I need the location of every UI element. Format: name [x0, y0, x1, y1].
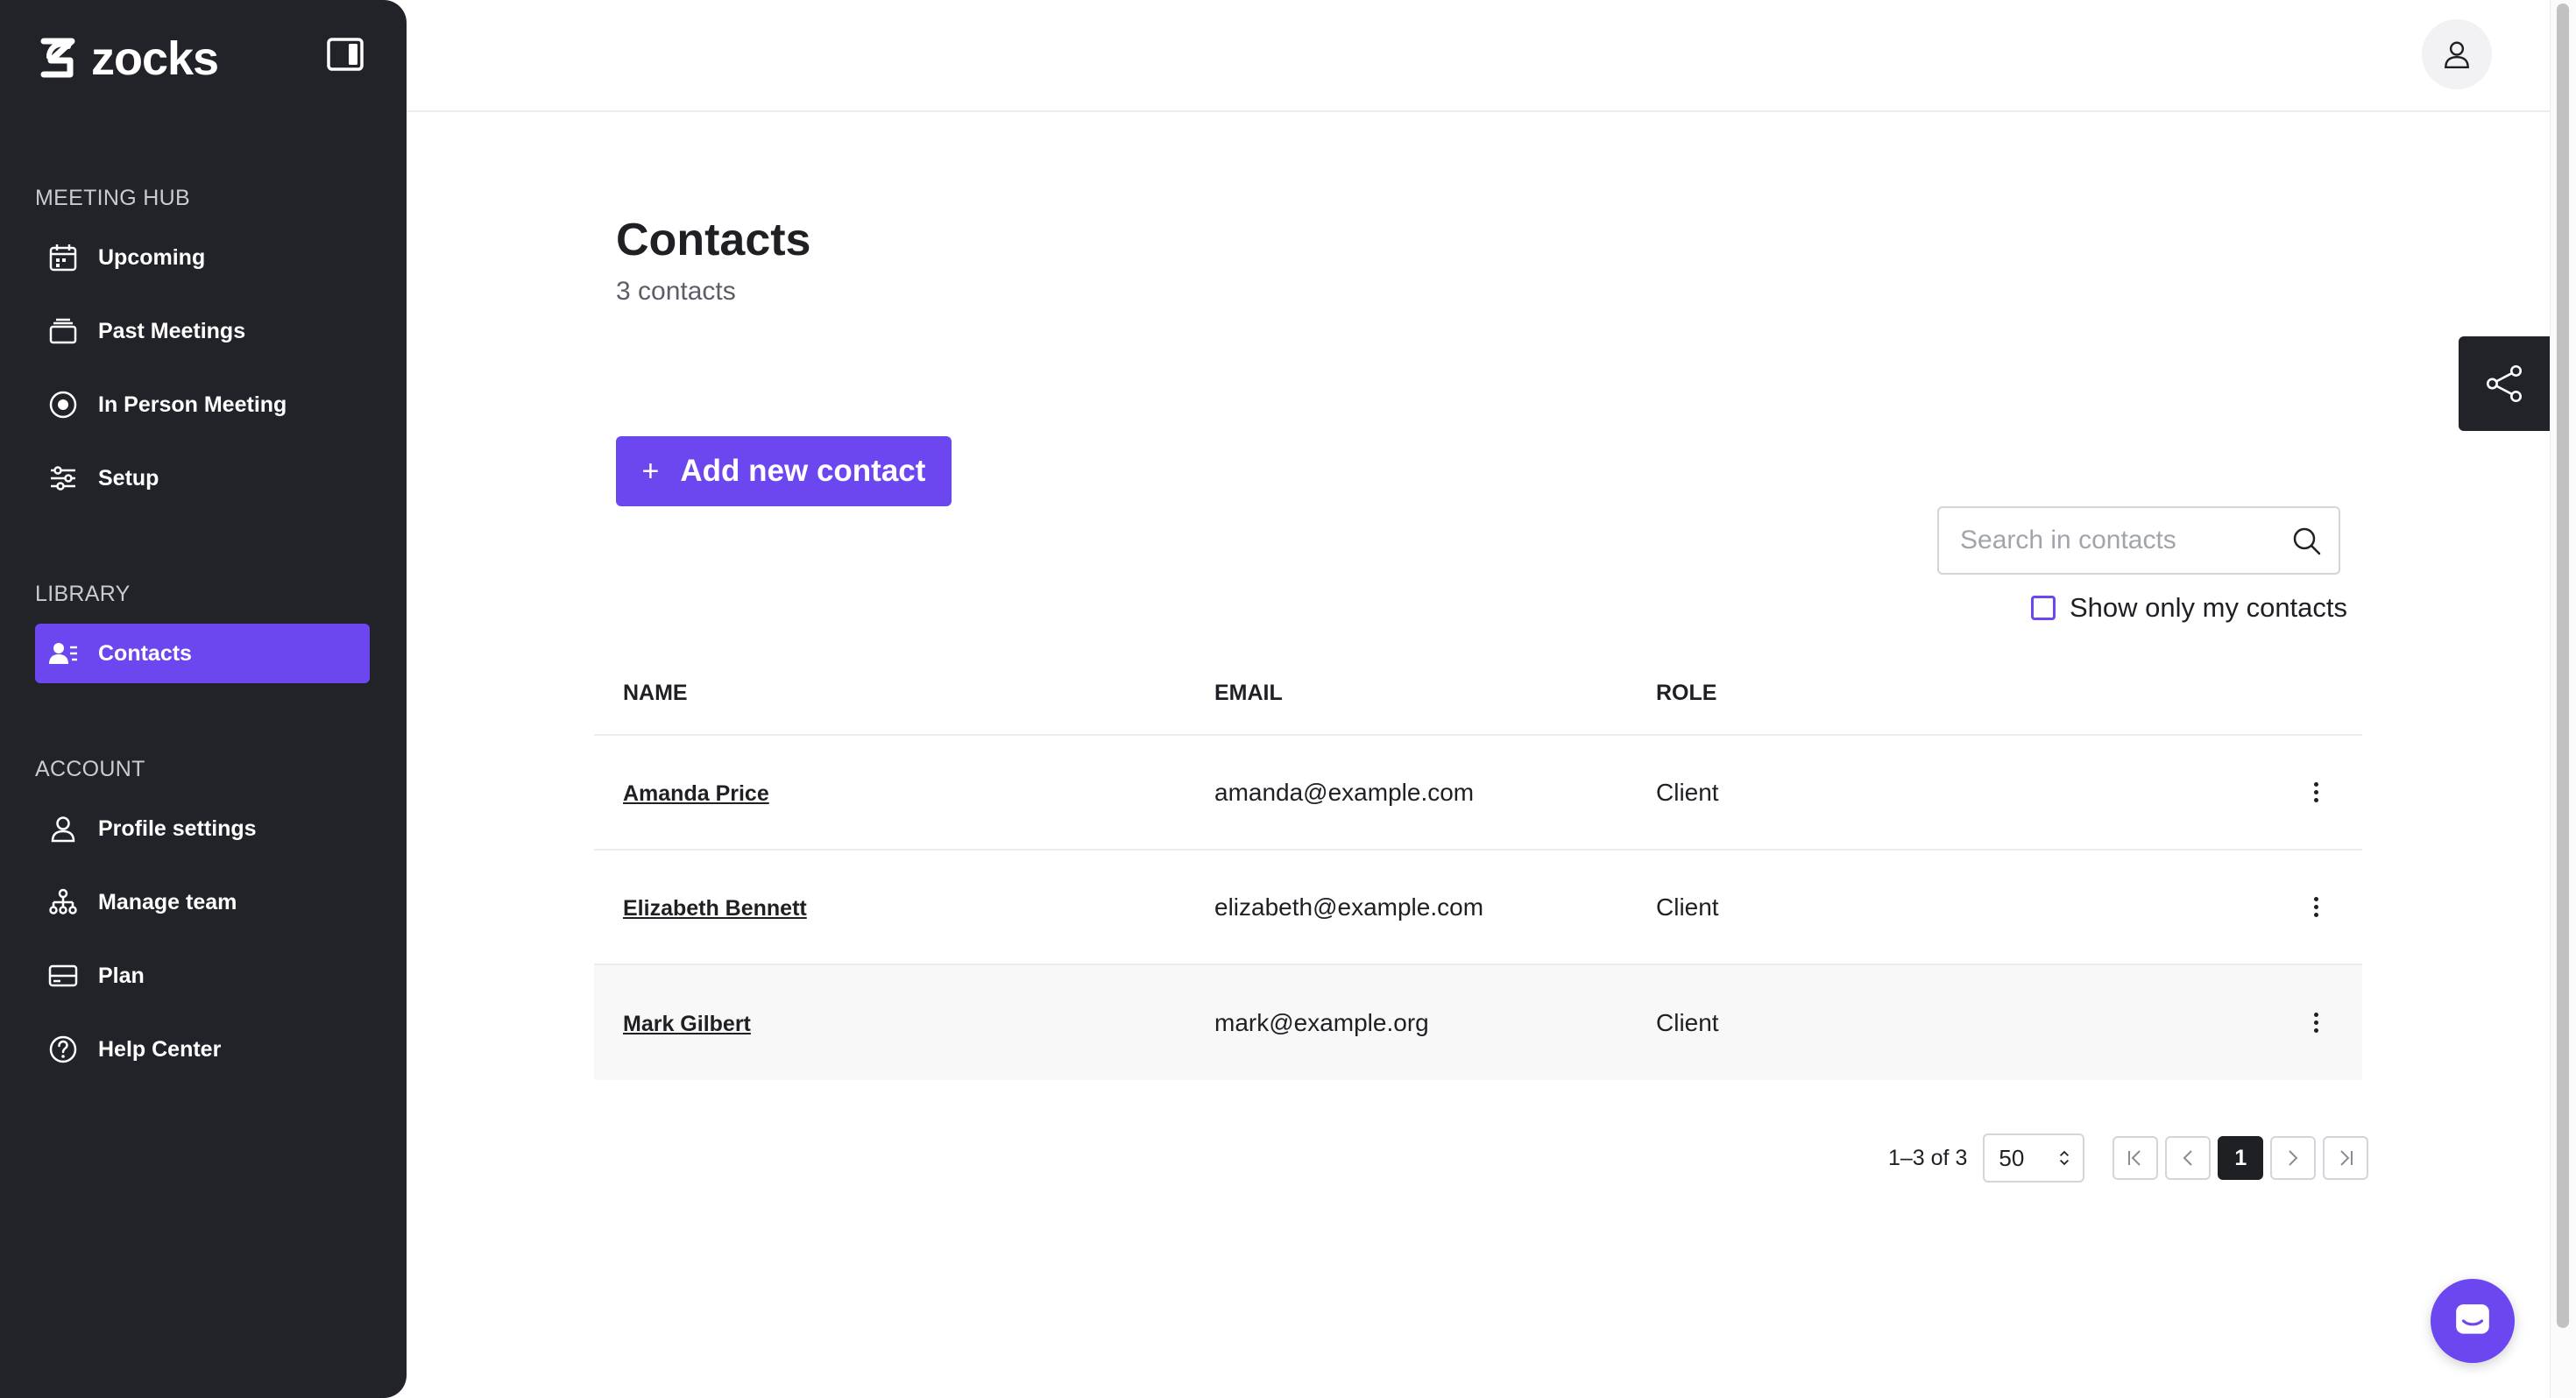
search-icon[interactable] [2291, 526, 2323, 557]
sidebar-item-label: Plan [98, 963, 145, 988]
sidebar-item-help-center[interactable]: Help Center [35, 1020, 370, 1079]
section-label-meeting-hub: MEETING HUB [35, 186, 190, 210]
contacts-icon [47, 638, 79, 669]
pagination: 1–3 of 3 50 1 [1888, 1133, 2375, 1183]
section-label-library: LIBRARY [35, 582, 131, 606]
first-page-button[interactable] [2112, 1136, 2159, 1180]
sidebar-toggle-icon [327, 38, 364, 71]
search-input[interactable] [1960, 526, 2275, 555]
contact-role: Client [1656, 893, 1719, 921]
previous-page-button[interactable] [2165, 1136, 2212, 1180]
logo-text: zocks [91, 32, 219, 85]
user-icon [2445, 41, 2469, 69]
column-header-name[interactable]: NAME [594, 681, 1214, 706]
card-icon [47, 960, 79, 992]
support-chat-button[interactable] [2431, 1279, 2515, 1363]
logo[interactable]: zocks [39, 32, 219, 86]
contact-email: mark@example.org [1214, 1008, 1429, 1036]
contact-name-link[interactable]: Mark Gilbert [623, 1012, 751, 1036]
sidebar-item-plan[interactable]: Plan [35, 946, 370, 1006]
help-icon [47, 1034, 79, 1065]
stack-icon [47, 315, 79, 347]
plus-icon: + [641, 454, 660, 488]
show-only-my-contacts-checkbox[interactable] [2031, 596, 2056, 620]
table-row[interactable]: Elizabeth Bennett elizabeth@example.com … [594, 851, 2362, 965]
sidebar-item-label: Setup [98, 465, 159, 491]
sidebar-item-label: Manage team [98, 889, 237, 914]
scrollbar-thumb[interactable] [2557, 4, 2569, 1328]
sidebar-item-past-meetings[interactable]: Past Meetings [35, 301, 370, 361]
sidebar-item-profile-settings[interactable]: Profile settings [35, 799, 370, 858]
calendar-icon [47, 242, 79, 273]
sidebar: zocks MEETING HUB Upcoming Past Meetings… [0, 0, 407, 1398]
add-new-contact-label: Add new contact [680, 454, 926, 488]
sidebar-item-in-person-meeting[interactable]: In Person Meeting [35, 375, 370, 434]
rows-per-page-value: 50 [1999, 1144, 2025, 1171]
show-only-my-contacts[interactable]: Show only my contacts [2031, 592, 2347, 624]
sidebar-item-label: Past Meetings [98, 318, 246, 343]
contact-role: Client [1656, 1008, 1719, 1036]
table-row[interactable]: Mark Gilbert mark@example.org Client [594, 965, 2362, 1080]
record-icon [47, 389, 79, 420]
contacts-count: 3 contacts [616, 277, 736, 306]
user-menu-button[interactable] [2422, 19, 2492, 89]
contact-role: Client [1656, 778, 1719, 806]
pagination-range: 1–3 of 3 [1888, 1145, 1968, 1170]
page-scrollbar[interactable] [2550, 0, 2576, 1398]
sidebar-item-setup[interactable]: Setup [35, 448, 370, 508]
chevron-left-icon [2183, 1150, 2193, 1166]
sidebar-item-label: Upcoming [98, 244, 206, 270]
table-row[interactable]: Amanda Price amanda@example.com Client [594, 736, 2362, 851]
team-icon [47, 886, 79, 918]
last-page-button[interactable] [2323, 1136, 2369, 1180]
search-field[interactable] [1937, 506, 2340, 575]
contact-email: amanda@example.com [1214, 778, 1475, 806]
share-icon [2486, 364, 2523, 403]
add-new-contact-button[interactable]: + Add new contact [616, 436, 952, 506]
row-actions-icon[interactable] [2303, 1006, 2329, 1041]
last-page-icon [2340, 1150, 2353, 1166]
chevron-right-icon [2289, 1150, 2298, 1166]
table-header: NAME EMAIL ROLE [594, 652, 2362, 736]
sliders-icon [47, 462, 79, 494]
user-icon [47, 813, 79, 844]
first-page-icon [2128, 1150, 2141, 1166]
chat-icon [2456, 1304, 2489, 1334]
rows-per-page-select[interactable]: 50 [1983, 1133, 2085, 1183]
column-header-role[interactable]: ROLE [1656, 681, 2269, 706]
sidebar-item-label: In Person Meeting [98, 392, 287, 417]
sidebar-item-upcoming[interactable]: Upcoming [35, 228, 370, 287]
sidebar-item-contacts[interactable]: Contacts [35, 624, 370, 683]
row-actions-icon[interactable] [2303, 890, 2329, 925]
top-bar [407, 0, 2550, 112]
contact-name-link[interactable]: Elizabeth Bennett [623, 896, 807, 921]
sidebar-item-label: Profile settings [98, 816, 257, 841]
contacts-table: NAME EMAIL ROLE Amanda Price amanda@exam… [594, 652, 2362, 1080]
row-actions-icon[interactable] [2303, 775, 2329, 810]
show-only-my-contacts-label: Show only my contacts [2070, 592, 2348, 623]
updown-chevron-icon [2060, 1150, 2070, 1166]
sidebar-item-label: Contacts [98, 640, 192, 666]
column-header-email[interactable]: EMAIL [1214, 681, 1656, 706]
share-button[interactable] [2459, 336, 2550, 431]
page-button-current[interactable]: 1 [2218, 1136, 2264, 1180]
contact-name-link[interactable]: Amanda Price [623, 781, 769, 806]
zocks-logo-icon [40, 38, 75, 78]
sidebar-item-label: Help Center [98, 1036, 222, 1062]
section-label-account: ACCOUNT [35, 757, 145, 781]
next-page-button[interactable] [2270, 1136, 2317, 1180]
sidebar-item-manage-team[interactable]: Manage team [35, 872, 370, 932]
collapse-sidebar-button[interactable] [326, 37, 364, 72]
contact-email: elizabeth@example.com [1214, 893, 1484, 921]
page-title: Contacts [616, 215, 811, 265]
